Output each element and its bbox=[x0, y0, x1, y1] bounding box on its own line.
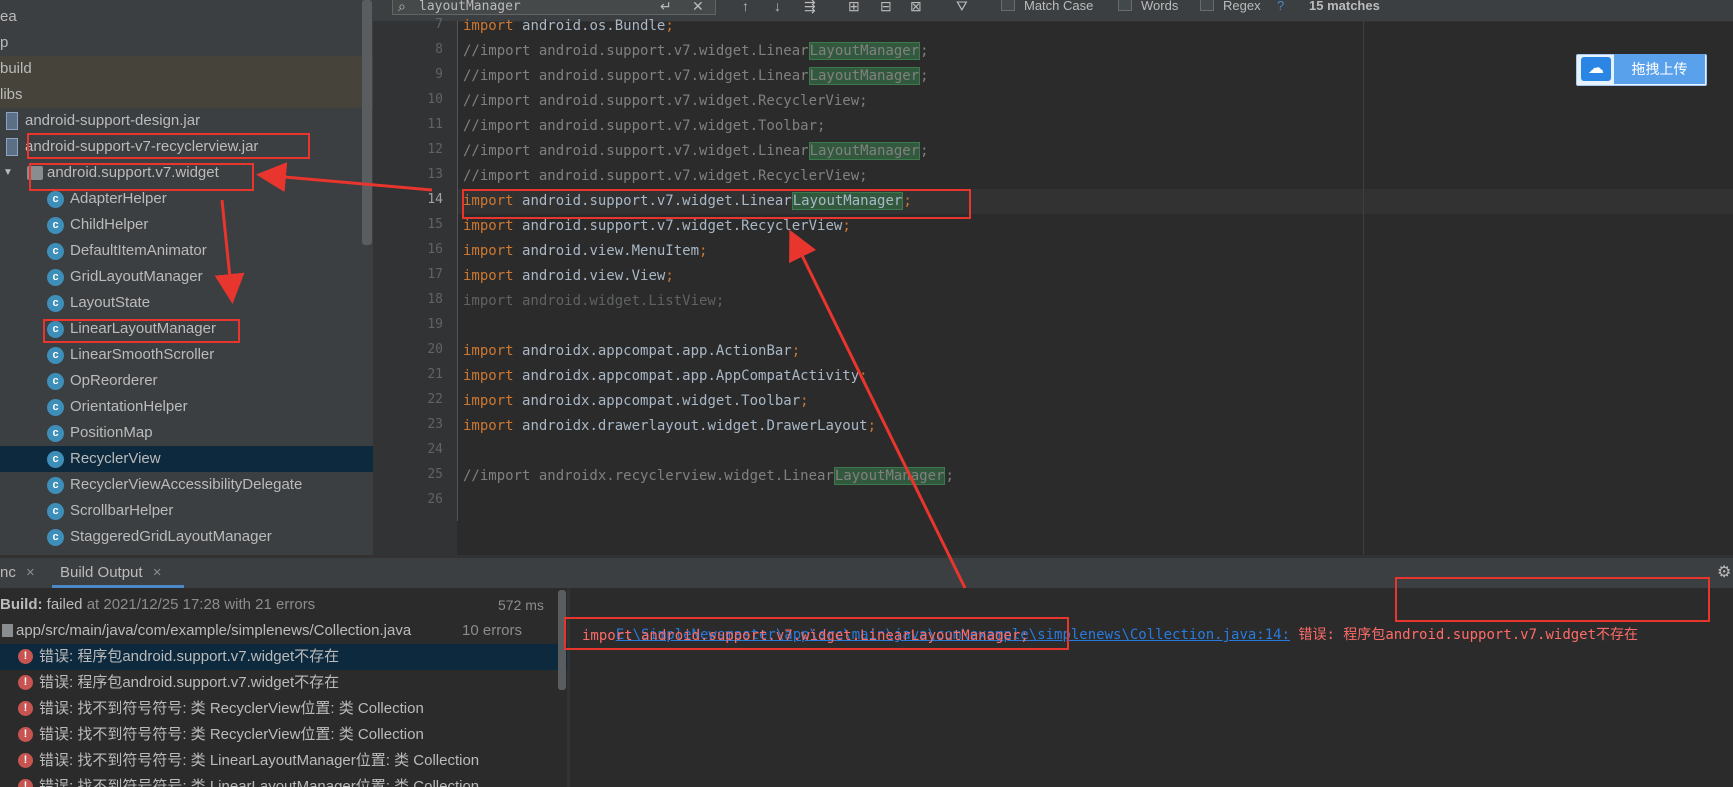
arrow-to-linearlayoutmanager bbox=[214, 199, 245, 304]
annotation-arrows bbox=[214, 162, 967, 589]
arrow-to-package bbox=[256, 162, 433, 193]
arrow-to-import-line bbox=[789, 229, 967, 589]
